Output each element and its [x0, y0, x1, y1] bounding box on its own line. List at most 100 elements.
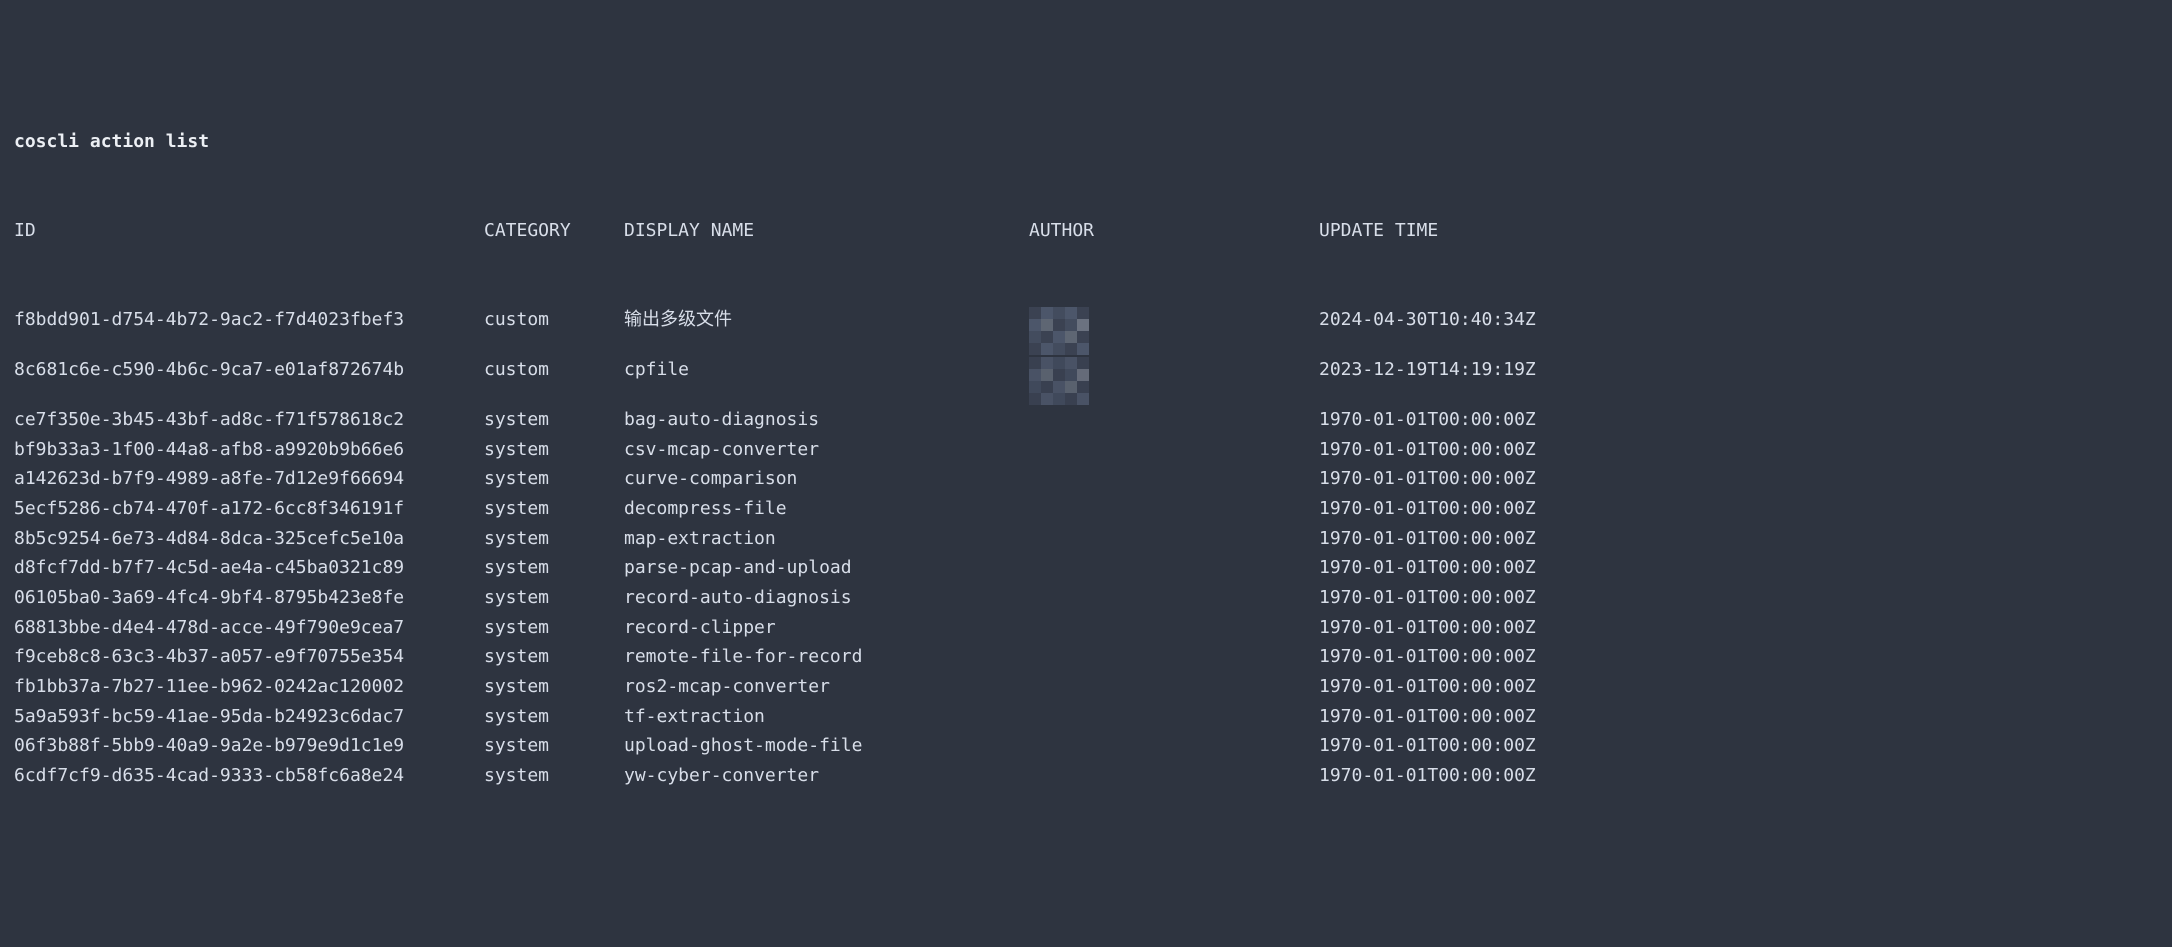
cell-display-name: map-extraction: [624, 524, 1029, 554]
cell-author: [1029, 672, 1319, 702]
cell-display-name: csv-mcap-converter: [624, 435, 1029, 465]
cell-update-time: 1970-01-01T00:00:00Z: [1319, 702, 2158, 732]
cell-category: system: [484, 494, 624, 524]
cell-update-time: 1970-01-01T00:00:00Z: [1319, 435, 2158, 465]
cell-update-time: 1970-01-01T00:00:00Z: [1319, 642, 2158, 672]
table-row: 5ecf5286-cb74-470f-a172-6cc8f346191fsyst…: [14, 494, 2158, 524]
cell-category: custom: [484, 305, 624, 355]
cell-category: system: [484, 435, 624, 465]
cell-id: 5a9a593f-bc59-41ae-95da-b24923c6dac7: [14, 702, 484, 732]
cell-id: 5ecf5286-cb74-470f-a172-6cc8f346191f: [14, 494, 484, 524]
col-header-author: AUTHOR: [1029, 216, 1319, 246]
cell-update-time: 1970-01-01T00:00:00Z: [1319, 613, 2158, 643]
cell-id: 8b5c9254-6e73-4d84-8dca-325cefc5e10a: [14, 524, 484, 554]
cell-display-name: ros2-mcap-converter: [624, 672, 1029, 702]
cell-author: [1029, 761, 1319, 791]
cell-author: [1029, 524, 1319, 554]
cell-author: [1029, 613, 1319, 643]
command-line: coscli action list: [14, 127, 2158, 157]
cell-update-time: 1970-01-01T00:00:00Z: [1319, 405, 2158, 435]
cell-author: [1029, 405, 1319, 435]
table-row: 8c681c6e-c590-4b6c-9ca7-e01af872674bcust…: [14, 355, 2158, 405]
cell-author: [1029, 464, 1319, 494]
cell-id: 68813bbe-d4e4-478d-acce-49f790e9cea7: [14, 613, 484, 643]
cell-author: [1029, 583, 1319, 613]
cell-display-name: curve-comparison: [624, 464, 1029, 494]
table-header: ID CATEGORY DISPLAY NAME AUTHOR UPDATE T…: [14, 216, 2158, 246]
cell-update-time: 1970-01-01T00:00:00Z: [1319, 672, 2158, 702]
table-row: f9ceb8c8-63c3-4b37-a057-e9f70755e354syst…: [14, 642, 2158, 672]
cell-id: 6cdf7cf9-d635-4cad-9333-cb58fc6a8e24: [14, 761, 484, 791]
cell-display-name: record-auto-diagnosis: [624, 583, 1029, 613]
table-row: 06105ba0-3a69-4fc4-9bf4-8795b423e8fesyst…: [14, 583, 2158, 613]
table-row: bf9b33a3-1f00-44a8-afb8-a9920b9b66e6syst…: [14, 435, 2158, 465]
cell-author: [1029, 305, 1319, 355]
cell-id: 8c681c6e-c590-4b6c-9ca7-e01af872674b: [14, 355, 484, 405]
cell-update-time: 1970-01-01T00:00:00Z: [1319, 494, 2158, 524]
cell-display-name: bag-auto-diagnosis: [624, 405, 1029, 435]
cell-id: 06f3b88f-5bb9-40a9-9a2e-b979e9d1c1e9: [14, 731, 484, 761]
cell-category: system: [484, 731, 624, 761]
cell-update-time: 1970-01-01T00:00:00Z: [1319, 731, 2158, 761]
cell-author: [1029, 494, 1319, 524]
cell-id: fb1bb37a-7b27-11ee-b962-0242ac120002: [14, 672, 484, 702]
table-row: d8fcf7dd-b7f7-4c5d-ae4a-c45ba0321c89syst…: [14, 553, 2158, 583]
cell-display-name: 输出多级文件: [624, 305, 1029, 355]
cell-author: [1029, 731, 1319, 761]
cell-display-name: decompress-file: [624, 494, 1029, 524]
cell-update-time: 1970-01-01T00:00:00Z: [1319, 583, 2158, 613]
cell-id: f9ceb8c8-63c3-4b37-a057-e9f70755e354: [14, 642, 484, 672]
table-row: 6cdf7cf9-d635-4cad-9333-cb58fc6a8e24syst…: [14, 761, 2158, 791]
cell-display-name: cpfile: [624, 355, 1029, 405]
cell-update-time: 1970-01-01T00:00:00Z: [1319, 553, 2158, 583]
table-row: ce7f350e-3b45-43bf-ad8c-f71f578618c2syst…: [14, 405, 2158, 435]
cell-author: [1029, 642, 1319, 672]
cell-id: f8bdd901-d754-4b72-9ac2-f7d4023fbef3: [14, 305, 484, 355]
table-row: 8b5c9254-6e73-4d84-8dca-325cefc5e10asyst…: [14, 524, 2158, 554]
col-header-category: CATEGORY: [484, 216, 624, 246]
cell-author: [1029, 435, 1319, 465]
cell-display-name: remote-file-for-record: [624, 642, 1029, 672]
cell-category: custom: [484, 355, 624, 405]
redacted-author-icon: [1029, 357, 1089, 405]
cell-author: [1029, 355, 1319, 405]
cell-author: [1029, 702, 1319, 732]
cell-update-time: 1970-01-01T00:00:00Z: [1319, 524, 2158, 554]
cell-category: system: [484, 672, 624, 702]
cell-category: system: [484, 642, 624, 672]
table-row: a142623d-b7f9-4989-a8fe-7d12e9f66694syst…: [14, 464, 2158, 494]
cell-display-name: parse-pcap-and-upload: [624, 553, 1029, 583]
cell-category: system: [484, 464, 624, 494]
redacted-author-icon: [1029, 307, 1089, 355]
table-row: 06f3b88f-5bb9-40a9-9a2e-b979e9d1c1e9syst…: [14, 731, 2158, 761]
cell-category: system: [484, 405, 624, 435]
cell-id: 06105ba0-3a69-4fc4-9bf4-8795b423e8fe: [14, 583, 484, 613]
col-header-update-time: UPDATE TIME: [1319, 216, 2158, 246]
cell-category: system: [484, 553, 624, 583]
cell-update-time: 2023-12-19T14:19:19Z: [1319, 355, 2158, 405]
cell-category: system: [484, 702, 624, 732]
cell-display-name: record-clipper: [624, 613, 1029, 643]
cell-display-name: tf-extraction: [624, 702, 1029, 732]
table-body: f8bdd901-d754-4b72-9ac2-f7d4023fbef3cust…: [14, 305, 2158, 791]
cell-id: d8fcf7dd-b7f7-4c5d-ae4a-c45ba0321c89: [14, 553, 484, 583]
cell-category: system: [484, 613, 624, 643]
cell-category: system: [484, 583, 624, 613]
cell-update-time: 1970-01-01T00:00:00Z: [1319, 464, 2158, 494]
table-row: 5a9a593f-bc59-41ae-95da-b24923c6dac7syst…: [14, 702, 2158, 732]
table-row: f8bdd901-d754-4b72-9ac2-f7d4023fbef3cust…: [14, 305, 2158, 355]
table-row: 68813bbe-d4e4-478d-acce-49f790e9cea7syst…: [14, 613, 2158, 643]
col-header-display-name: DISPLAY NAME: [624, 216, 1029, 246]
cell-author: [1029, 553, 1319, 583]
col-header-id: ID: [14, 216, 484, 246]
cell-display-name: upload-ghost-mode-file: [624, 731, 1029, 761]
cell-id: bf9b33a3-1f00-44a8-afb8-a9920b9b66e6: [14, 435, 484, 465]
cell-category: system: [484, 761, 624, 791]
cell-update-time: 1970-01-01T00:00:00Z: [1319, 761, 2158, 791]
table-row: fb1bb37a-7b27-11ee-b962-0242ac120002syst…: [14, 672, 2158, 702]
cell-id: ce7f350e-3b45-43bf-ad8c-f71f578618c2: [14, 405, 484, 435]
cell-update-time: 2024-04-30T10:40:34Z: [1319, 305, 2158, 355]
cell-id: a142623d-b7f9-4989-a8fe-7d12e9f66694: [14, 464, 484, 494]
cell-category: system: [484, 524, 624, 554]
cell-display-name: yw-cyber-converter: [624, 761, 1029, 791]
